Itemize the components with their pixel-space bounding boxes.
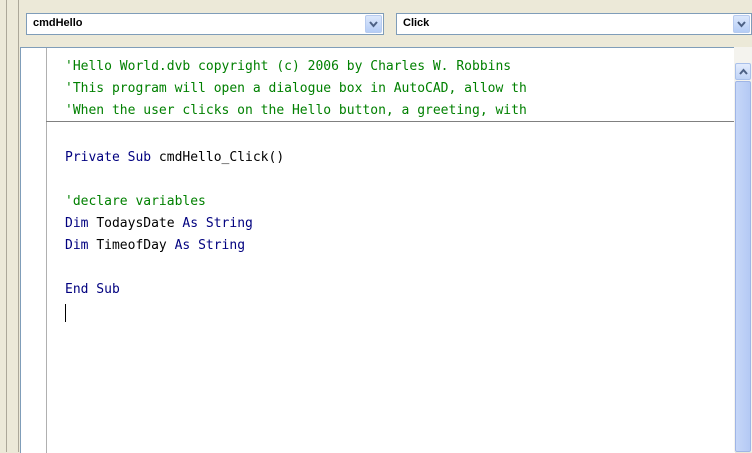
code-editor[interactable]: 'Hello World.dvb copyright (c) 2006 by C… [20, 47, 736, 453]
code-line-comment-1: 'Hello World.dvb copyright (c) 2006 by C… [65, 59, 512, 74]
left-frame-border [0, 0, 19, 452]
object-combo-value: cmdHello [33, 17, 83, 29]
code-line-sub-declaration: Private Sub cmdHello_Click() [65, 147, 284, 169]
code-line-comment-3: 'When the user clicks on the Hello butto… [65, 103, 527, 118]
procedure-combo-dropdown-button[interactable] [733, 15, 750, 33]
procedure-combo-value: Click [403, 17, 430, 29]
code-line-dim-1: Dim TodaysDate As String [65, 213, 253, 235]
variable-name: TodaysDate [96, 216, 175, 231]
keyword: As [182, 216, 199, 231]
scroll-up-button[interactable] [735, 63, 751, 80]
keyword: As [174, 238, 191, 253]
keyword: Dim [65, 238, 89, 253]
variable-name: TimeofDay [96, 238, 167, 253]
chevron-up-icon [739, 68, 748, 75]
chevron-down-icon [737, 21, 746, 28]
margin-indicator-bar[interactable] [21, 48, 47, 453]
frame-divider [6, 0, 7, 452]
type-name: String [198, 238, 246, 253]
procedure-combo-box[interactable]: Click [396, 13, 752, 35]
object-combo-box[interactable]: cmdHello [26, 13, 384, 35]
type-name: String [205, 216, 253, 231]
chevron-down-icon [369, 21, 378, 28]
sub-name: cmdHello_Click() [158, 150, 285, 165]
keyword: Dim [65, 216, 89, 231]
code-line-comment-declare: 'declare variables [65, 194, 206, 209]
code-line-dim-2: Dim TimeofDay As String [65, 235, 245, 257]
keyword: Private Sub [65, 150, 152, 165]
code-area[interactable]: 'Hello World.dvb copyright (c) 2006 by C… [65, 48, 735, 453]
vertical-scrollbar[interactable] [734, 47, 752, 452]
code-line-comment-2: 'This program will open a dialogue box i… [65, 81, 527, 96]
code-line-end-sub: End Sub [65, 282, 120, 297]
scrollbar-thumb[interactable] [735, 81, 751, 452]
object-combo-dropdown-button[interactable] [365, 15, 382, 33]
